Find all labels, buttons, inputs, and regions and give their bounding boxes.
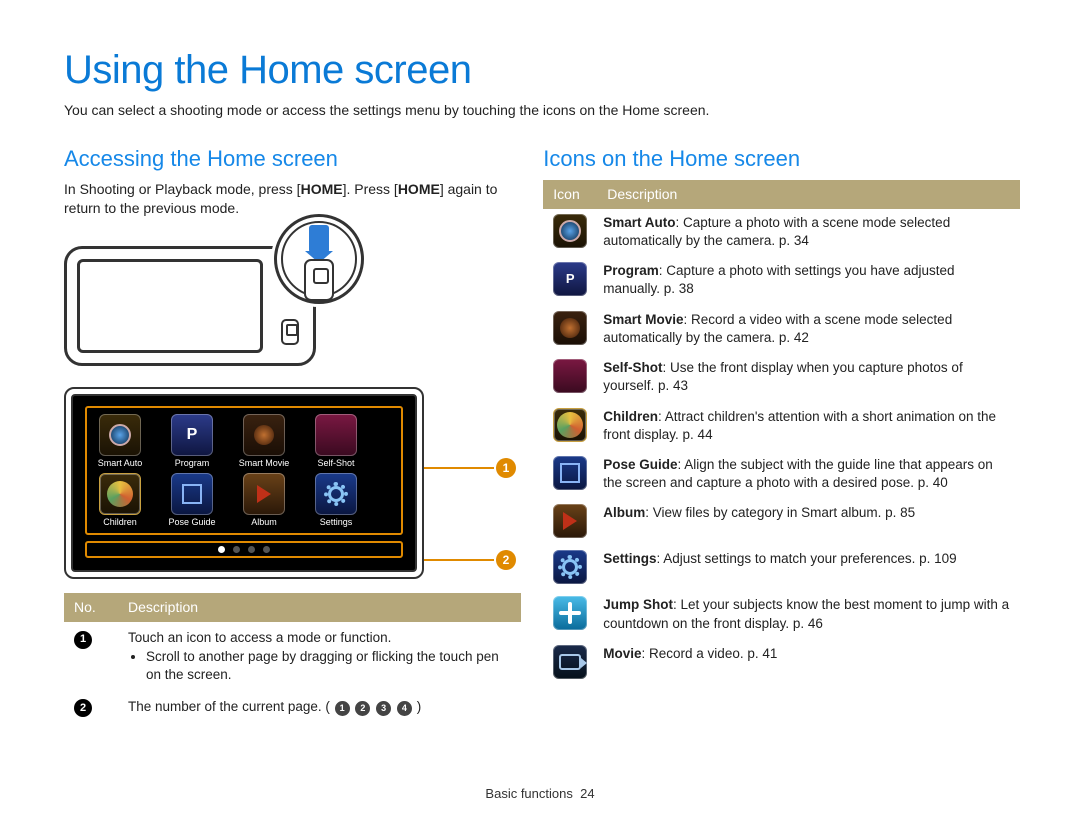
- icon-label: Smart Movie: [235, 459, 293, 469]
- text: ]. Press [: [343, 181, 398, 197]
- inline-page-dot: 1: [335, 701, 350, 716]
- table-row: 2 The number of the current page. ( 1 2 …: [64, 691, 521, 724]
- icon-description: Album: View files by category in Smart a…: [597, 499, 1020, 545]
- page-footer: Basic functions 24: [0, 786, 1080, 801]
- icon-description: Jump Shot: Let your subjects know the be…: [597, 591, 1020, 639]
- icon-description: Smart Movie: Record a video with a scene…: [597, 306, 1020, 354]
- table-row: Jump Shot: Let your subjects know the be…: [543, 591, 1020, 639]
- callout-line-2: 2: [424, 559, 494, 561]
- page-indicator: [85, 541, 403, 558]
- settings-icon[interactable]: [315, 473, 357, 515]
- row-text: ): [417, 699, 422, 714]
- settings-icon: [543, 545, 597, 591]
- program-icon: P: [543, 257, 597, 305]
- table-row: Settings: Adjust settings to match your …: [543, 545, 1020, 591]
- inline-page-dot: 2: [355, 701, 370, 716]
- icon-description: Self-Shot: Use the front display when yo…: [597, 354, 1020, 402]
- icon-label: Children: [91, 518, 149, 528]
- inline-page-dot: 4: [397, 701, 412, 716]
- icons-description-table: Icon Description Smart Auto: Capture a p…: [543, 180, 1020, 686]
- pose-guide-icon[interactable]: [171, 473, 213, 515]
- table-row: Movie: Record a video. p. 41: [543, 640, 1020, 686]
- page-dot[interactable]: [218, 546, 225, 553]
- th-no: No.: [64, 593, 118, 622]
- page-intro: You can select a shooting mode or access…: [64, 101, 1020, 120]
- text: In Shooting or Playback mode, press [: [64, 181, 301, 197]
- camera-screen: [77, 259, 263, 353]
- th-desc: Description: [597, 180, 1020, 209]
- section-title-accessing: Accessing the Home screen: [64, 146, 521, 172]
- home-key-1: HOME: [301, 181, 343, 197]
- icon-description: Smart Auto: Capture a photo with a scene…: [597, 209, 1020, 257]
- table-row: 1 Touch an icon to access a mode or func…: [64, 622, 521, 691]
- movie-icon: [543, 640, 597, 686]
- icon-label: Self-Shot: [307, 459, 365, 469]
- album-icon: [543, 499, 597, 545]
- row-text: Touch an icon to access a mode or functi…: [128, 629, 511, 647]
- table-row: Smart Auto: Capture a photo with a scene…: [543, 209, 1020, 257]
- accessing-body: In Shooting or Playback mode, press [HOM…: [64, 180, 521, 218]
- callout-num-2: 2: [496, 550, 516, 570]
- page-dot[interactable]: [263, 546, 270, 553]
- footer-label: Basic functions: [485, 786, 572, 801]
- row-num: 1: [74, 631, 92, 649]
- inline-page-dot: 3: [376, 701, 391, 716]
- section-title-icons: Icons on the Home screen: [543, 146, 1020, 172]
- icon-grid: Smart Auto P Program Smart Movie: [85, 406, 403, 536]
- album-icon[interactable]: [243, 473, 285, 515]
- row-bullet: Scroll to another page by dragging or fl…: [146, 648, 511, 684]
- table-row: Smart Movie: Record a video with a scene…: [543, 306, 1020, 354]
- page-dot[interactable]: [248, 546, 255, 553]
- icon-description: Settings: Adjust settings to match your …: [597, 545, 1020, 591]
- page-title: Using the Home screen: [64, 48, 1020, 93]
- home-screen-mock: Smart Auto P Program Smart Movie: [64, 387, 424, 580]
- children-icon[interactable]: [99, 473, 141, 515]
- table-row: PProgram: Capture a photo with settings …: [543, 257, 1020, 305]
- table-row: Album: View files by category in Smart a…: [543, 499, 1020, 545]
- footer-page-number: 24: [580, 786, 594, 801]
- camera-illustration: [64, 226, 354, 371]
- icon-description: Children: Attract children's attention w…: [597, 403, 1020, 451]
- smart-auto-icon[interactable]: [99, 414, 141, 456]
- home-key-2: HOME: [398, 181, 440, 197]
- icon-label: Settings: [307, 518, 365, 528]
- jump-shot-icon: [543, 591, 597, 639]
- page-dot[interactable]: [233, 546, 240, 553]
- th-desc: Description: [118, 593, 521, 622]
- icon-label: Program: [163, 459, 221, 469]
- smart-movie-icon: [543, 306, 597, 354]
- table-row: Self-Shot: Use the front display when yo…: [543, 354, 1020, 402]
- smart-movie-icon[interactable]: [243, 414, 285, 456]
- icon-description: Pose Guide: Align the subject with the g…: [597, 451, 1020, 499]
- pose-guide-icon: [543, 451, 597, 499]
- zoom-callout: [274, 214, 364, 304]
- row-num: 2: [74, 699, 92, 717]
- callout-line-1: 1: [424, 467, 494, 469]
- down-arrow-icon: [309, 225, 329, 253]
- th-icon: Icon: [543, 180, 597, 209]
- smart-auto-icon: [543, 209, 597, 257]
- self-shot-icon: [543, 354, 597, 402]
- home-button-zoom: [304, 259, 334, 301]
- icon-label: Pose Guide: [163, 518, 221, 528]
- icon-description: Program: Capture a photo with settings y…: [597, 257, 1020, 305]
- table-row: Children: Attract children's attention w…: [543, 403, 1020, 451]
- icon-label: Smart Auto: [91, 459, 149, 469]
- callout-description-table: No. Description 1 Touch an icon to acces…: [64, 593, 521, 724]
- program-icon[interactable]: P: [171, 414, 213, 456]
- icon-description: Movie: Record a video. p. 41: [597, 640, 1020, 686]
- self-shot-icon[interactable]: [315, 414, 357, 456]
- camera-home-button-illustration: [281, 319, 299, 345]
- table-row: Pose Guide: Align the subject with the g…: [543, 451, 1020, 499]
- callout-num-1: 1: [496, 458, 516, 478]
- row-text: The number of the current page. (: [128, 699, 330, 714]
- children-icon: [543, 403, 597, 451]
- icon-label: Album: [235, 518, 293, 528]
